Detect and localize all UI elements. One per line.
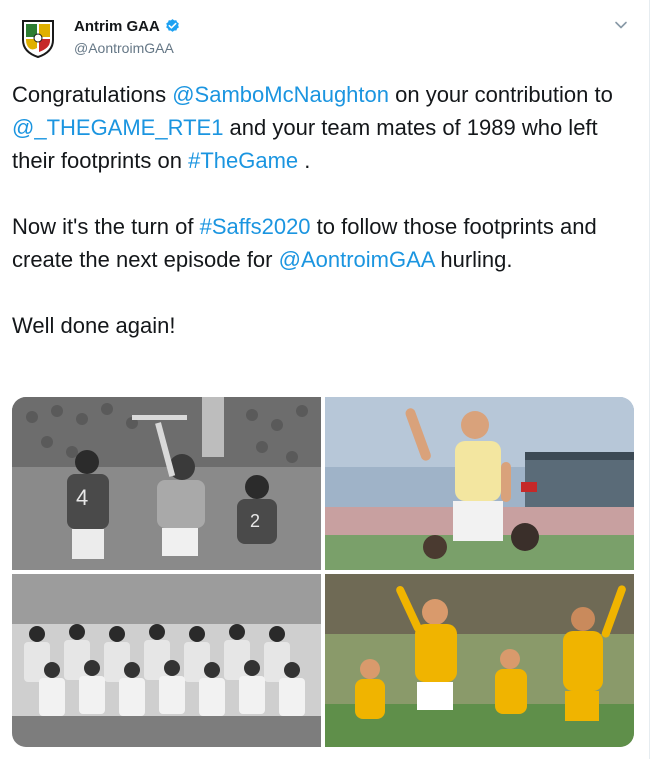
svg-text:2: 2 xyxy=(250,511,260,531)
photo-hurling-action[interactable]: 4 2 xyxy=(12,397,321,570)
photo-team[interactable] xyxy=(12,574,321,747)
chevron-down-icon[interactable] xyxy=(614,18,628,32)
celebration-image xyxy=(325,397,634,570)
avatar[interactable] xyxy=(20,18,56,59)
hurling-action-image: 4 2 xyxy=(12,397,321,570)
tweet-paragraph: Congratulations @SamboMcNaughton on your… xyxy=(12,78,632,177)
tweet-text-segment: Congratulations xyxy=(12,82,173,107)
name-row: Antrim GAA xyxy=(74,18,181,35)
mention-link[interactable]: @SamboMcNaughton xyxy=(172,82,389,107)
photo-saffron-players[interactable] xyxy=(325,574,634,747)
tweet-card: Antrim GAA @AontroimGAA Congratulations … xyxy=(0,0,650,759)
antrim-crest-icon xyxy=(22,20,54,59)
hashtag-link[interactable]: #TheGame xyxy=(188,148,298,173)
tweet-text-segment: Well done again! xyxy=(12,313,176,338)
tweet-text-segment: Now it's the turn of xyxy=(12,214,200,239)
tweet-paragraph: Now it's the turn of #Saffs2020 to follo… xyxy=(12,210,632,276)
team-photo-image xyxy=(12,574,321,747)
tweet-paragraph: Well done again! xyxy=(12,309,632,342)
photo-celebration[interactable] xyxy=(325,397,634,570)
mention-link[interactable]: @_THEGAME_RTE1 xyxy=(12,115,223,140)
tweet-header: Antrim GAA @AontroimGAA xyxy=(14,12,636,62)
tweet-text-segment: . xyxy=(298,148,311,173)
verified-badge-icon xyxy=(166,19,179,32)
media-grid: 4 2 xyxy=(12,397,634,747)
mention-link[interactable]: @AontroimGAA xyxy=(279,247,435,272)
hashtag-link[interactable]: #Saffs2020 xyxy=(200,214,311,239)
tweet-text: Congratulations @SamboMcNaughton on your… xyxy=(12,78,632,375)
svg-text:4: 4 xyxy=(76,485,88,510)
tweet-text-segment: hurling. xyxy=(434,247,513,272)
display-name[interactable]: Antrim GAA xyxy=(74,18,160,35)
tweet-text-segment: on your contribution to xyxy=(389,82,613,107)
user-handle[interactable]: @AontroimGAA xyxy=(74,40,174,56)
saffron-players-image xyxy=(325,574,634,747)
